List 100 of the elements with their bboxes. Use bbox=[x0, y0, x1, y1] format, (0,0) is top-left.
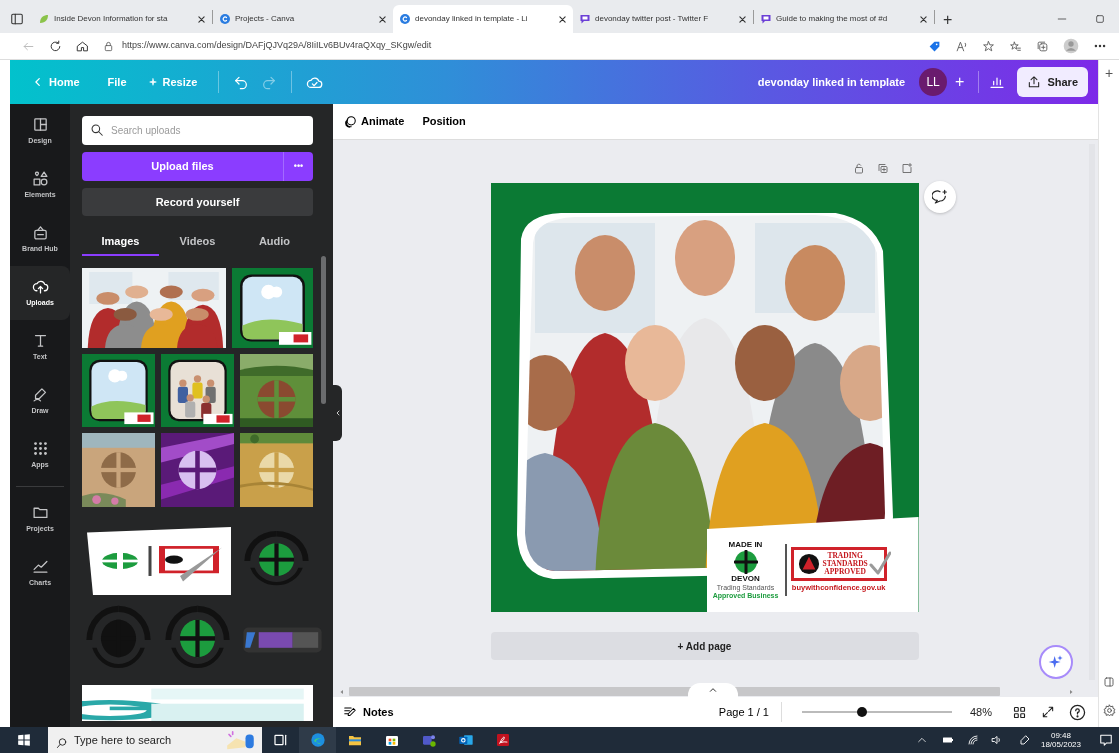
team-chat-icon[interactable] bbox=[420, 732, 437, 748]
comment-button[interactable] bbox=[924, 181, 956, 213]
chevron-left-icon bbox=[33, 77, 43, 87]
chevron-up-icon bbox=[709, 686, 717, 694]
close-icon[interactable] bbox=[738, 14, 747, 24]
chat-bubble-icon bbox=[579, 13, 591, 25]
tag-icon[interactable] bbox=[928, 39, 941, 53]
clock-time: 09:48 bbox=[1049, 730, 1072, 740]
cross-emblem-icon bbox=[733, 550, 758, 575]
search-icon bbox=[56, 737, 68, 750]
favorites-icon[interactable] bbox=[1009, 39, 1022, 53]
add-page-icon[interactable] bbox=[900, 162, 913, 175]
document-icon[interactable] bbox=[494, 732, 511, 748]
scrollbar[interactable] bbox=[349, 687, 1000, 696]
collapse-handle[interactable] bbox=[333, 385, 342, 441]
sidebar-icon[interactable] bbox=[1103, 676, 1115, 688]
wifi-icon[interactable] bbox=[966, 734, 979, 746]
grid-view-icon[interactable] bbox=[1012, 704, 1027, 720]
page-count-button[interactable]: Page 1 / 1 bbox=[718, 703, 769, 721]
triangle-emblem-icon bbox=[797, 552, 820, 575]
badge-text: MADE IN bbox=[728, 540, 763, 550]
animate-icon bbox=[343, 114, 357, 129]
sparkle-icon bbox=[148, 78, 157, 86]
undo-icon[interactable] bbox=[233, 74, 250, 90]
add-button[interactable]: + bbox=[1104, 66, 1114, 80]
bag-icon bbox=[31, 223, 49, 241]
more-button[interactable]: ••• bbox=[283, 152, 313, 181]
sparkle-icon bbox=[1048, 654, 1064, 670]
notification-icon[interactable] bbox=[1099, 733, 1113, 747]
shapes-icon bbox=[31, 169, 49, 187]
pen-icon[interactable] bbox=[1018, 734, 1031, 746]
avatar[interactable]: LL bbox=[919, 68, 948, 96]
chat-bubble-icon bbox=[760, 13, 772, 25]
clock[interactable]: 09:48 18/05/2023 bbox=[1040, 730, 1081, 750]
close-icon[interactable] bbox=[197, 14, 206, 24]
maximize-icon[interactable] bbox=[1095, 14, 1105, 24]
design-title[interactable]: devonday linked in template bbox=[757, 73, 906, 91]
browser-tab[interactable]: Projects - Canva bbox=[213, 5, 393, 33]
scrollbar[interactable] bbox=[321, 256, 326, 404]
footer-toggle[interactable] bbox=[688, 683, 738, 697]
help-icon[interactable] bbox=[1069, 703, 1086, 721]
search-icon bbox=[90, 123, 104, 137]
share-icon bbox=[1027, 75, 1042, 89]
zoom-slider[interactable] bbox=[801, 706, 952, 718]
add-page-button[interactable]: + Add page bbox=[490, 632, 919, 660]
scroll-right-icon[interactable] bbox=[1068, 688, 1074, 695]
volume-icon[interactable] bbox=[990, 734, 1003, 746]
checkmark-icon bbox=[868, 551, 891, 576]
notes-icon bbox=[343, 705, 357, 719]
search-field[interactable]: Search uploads bbox=[82, 116, 313, 145]
media-tab[interactable]: Images bbox=[82, 228, 159, 256]
scroll-left-icon[interactable] bbox=[339, 688, 345, 695]
record-button[interactable]: Record yourself bbox=[82, 188, 313, 216]
task-view-icon[interactable] bbox=[272, 732, 289, 748]
magic-button[interactable] bbox=[1039, 645, 1073, 679]
new-tab-button[interactable]: + bbox=[943, 12, 953, 28]
browser-icon[interactable] bbox=[309, 732, 326, 748]
media-tab[interactable]: Videos bbox=[159, 228, 236, 256]
taskbar-search-field[interactable]: Type here to search bbox=[48, 727, 262, 753]
profile-icon[interactable] bbox=[1063, 38, 1079, 54]
animate-button[interactable]: Animate bbox=[343, 113, 405, 130]
windows-icon[interactable] bbox=[17, 733, 31, 747]
address-field[interactable]: https://www.canva.com/design/DAFjQJVq29A/8IiILv6BUv4raQXqy_SKgw/edit bbox=[122, 39, 914, 53]
collections-icon[interactable] bbox=[1036, 39, 1049, 53]
circle-logo-icon bbox=[219, 13, 231, 25]
mail-icon[interactable] bbox=[457, 732, 474, 748]
settings-icon[interactable] bbox=[1102, 704, 1116, 717]
grid-icon bbox=[31, 439, 49, 457]
browser-tab[interactable]: Guide to making the most of #d bbox=[754, 5, 934, 33]
star-icon[interactable] bbox=[982, 39, 995, 53]
position-button[interactable]: Position bbox=[422, 113, 466, 130]
browser-tab[interactable]: Inside Devon Information for sta bbox=[32, 5, 212, 33]
layout-icon bbox=[31, 115, 49, 133]
browser-tab[interactable]: devonday twitter post - Twitter F bbox=[573, 5, 753, 33]
add-member-button[interactable]: + bbox=[947, 70, 973, 94]
home-icon[interactable] bbox=[76, 39, 89, 53]
unlock-icon[interactable] bbox=[852, 162, 865, 175]
media-tab[interactable]: Audio bbox=[236, 228, 313, 256]
fullscreen-icon[interactable] bbox=[1041, 705, 1055, 719]
browser-tab[interactable]: devonday linked in template - Li bbox=[393, 5, 573, 33]
close-icon[interactable] bbox=[558, 14, 567, 24]
refresh-icon[interactable] bbox=[49, 39, 62, 53]
tray-chevron-icon[interactable] bbox=[916, 735, 927, 745]
clock-date: 18/05/2023 bbox=[1040, 740, 1081, 750]
lock-icon[interactable] bbox=[103, 40, 114, 52]
close-icon[interactable] bbox=[919, 14, 928, 24]
share-button[interactable]: Share bbox=[1017, 67, 1088, 97]
zoom-reading: 48% bbox=[969, 704, 992, 720]
pen-icon bbox=[31, 385, 49, 403]
duplicate-icon[interactable] bbox=[876, 162, 889, 175]
upload-button[interactable]: Upload files bbox=[82, 152, 283, 181]
read-aloud-icon[interactable] bbox=[955, 39, 968, 53]
chevron-left-icon bbox=[334, 409, 341, 417]
badge-text: DEVON bbox=[731, 575, 760, 585]
slider-thumb[interactable] bbox=[856, 707, 867, 717]
leaf-icon bbox=[38, 13, 50, 25]
notes-button[interactable]: Notes bbox=[343, 703, 394, 721]
comment-add-icon bbox=[932, 189, 948, 205]
close-icon[interactable] bbox=[378, 14, 387, 24]
tab-actions-icon[interactable] bbox=[10, 12, 24, 26]
